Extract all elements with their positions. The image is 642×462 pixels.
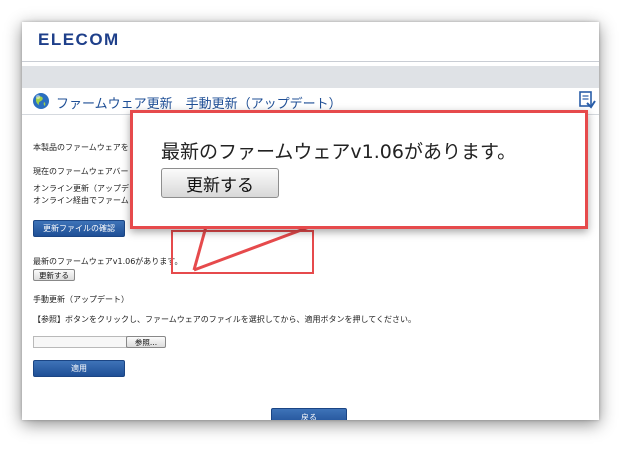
highlight-box <box>171 230 314 274</box>
callout-connector-lines <box>192 221 321 272</box>
callout-message: 最新のファームウェアv1.06があります。 <box>161 141 517 163</box>
callout-update-button[interactable]: 更新する <box>161 168 279 198</box>
zoom-callout: 最新のファームウェアv1.06があります。 更新する <box>130 110 588 229</box>
